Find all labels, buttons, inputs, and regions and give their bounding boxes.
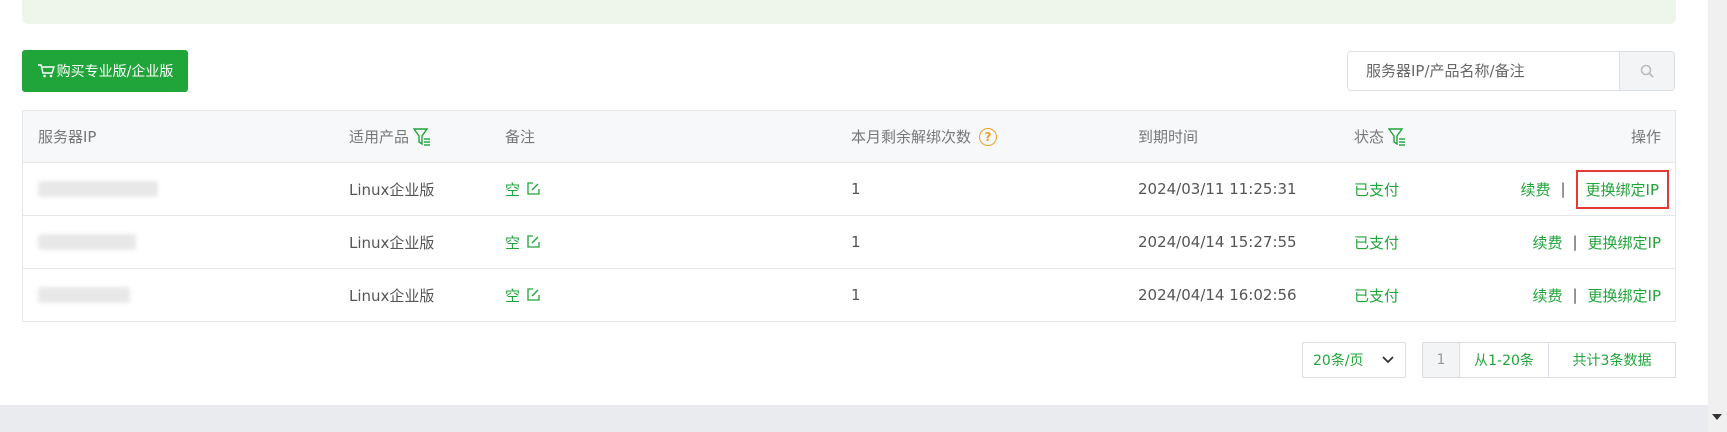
operation-cell: 续费 | 更换绑定IP xyxy=(1532,216,1661,268)
scroll-down-arrow-icon[interactable] xyxy=(1712,414,1722,420)
table-header: 服务器IP 适用产品 备注 本月剩余解绑次数 ? 到期时间 状态 操作 xyxy=(23,111,1675,163)
search-input[interactable] xyxy=(1348,52,1619,90)
header-status: 状态 xyxy=(1354,111,1406,162)
count-cell: 1 xyxy=(851,286,861,304)
chevron-down-icon xyxy=(1382,356,1394,364)
product-cell: Linux企业版 xyxy=(349,180,435,199)
count-cell: 1 xyxy=(851,233,861,251)
search-icon xyxy=(1640,64,1654,78)
table-row: Linux企业版 空 1 2024/04/14 15:27:55 已支付 续费 … xyxy=(23,216,1675,269)
op-separator: | xyxy=(1560,180,1566,198)
table-row: Linux企业版 空 1 2024/04/14 16:02:56 已支付 续费 … xyxy=(23,269,1675,321)
note-cell[interactable]: 空 xyxy=(505,216,540,268)
edit-icon[interactable] xyxy=(526,182,540,196)
main-panel: 购买专业版/企业版 服务器IP 适用产品 备注 xyxy=(0,0,1708,405)
header-operation: 操作 xyxy=(1630,128,1661,146)
search-box xyxy=(1347,51,1675,91)
status-cell: 已支付 xyxy=(1354,286,1400,305)
header-status-label: 状态 xyxy=(1354,128,1385,146)
server-ip-redacted xyxy=(38,216,136,268)
header-product-label: 适用产品 xyxy=(349,128,410,146)
operation-cell: 续费 | 更换绑定IP xyxy=(1532,269,1661,321)
product-cell: Linux企业版 xyxy=(349,286,435,305)
top-notice-bar xyxy=(22,0,1676,24)
server-ip-redacted xyxy=(38,269,130,321)
header-count-label: 本月剩余解绑次数 xyxy=(851,128,972,146)
header-note: 备注 xyxy=(505,128,536,146)
filter-icon[interactable] xyxy=(1388,127,1406,147)
expire-cell: 2024/04/14 15:27:55 xyxy=(1138,233,1297,251)
op-separator: | xyxy=(1572,286,1578,304)
buy-pro-enterprise-button[interactable]: 购买专业版/企业版 xyxy=(22,50,188,92)
edit-icon[interactable] xyxy=(526,235,540,249)
count-cell: 1 xyxy=(851,180,861,198)
server-ip-redacted xyxy=(38,163,158,215)
expire-cell: 2024/03/11 11:25:31 xyxy=(1138,180,1297,198)
renew-link[interactable]: 续费 xyxy=(1532,285,1562,306)
note-value: 空 xyxy=(505,286,521,305)
op-separator: | xyxy=(1572,233,1578,251)
header-expire: 到期时间 xyxy=(1138,128,1199,146)
page-size-select[interactable]: 20条/页 xyxy=(1302,342,1406,378)
note-cell[interactable]: 空 xyxy=(505,269,540,321)
current-page[interactable]: 1 xyxy=(1422,342,1460,378)
page-range: 从1-20条 xyxy=(1459,342,1549,378)
note-value: 空 xyxy=(505,180,521,199)
operation-cell: 续费 | 更换绑定IP xyxy=(1520,163,1669,215)
filter-icon[interactable] xyxy=(413,127,431,147)
status-cell: 已支付 xyxy=(1354,233,1400,252)
table-row: Linux企业版 空 1 2024/03/11 11:25:31 已支付 续费 … xyxy=(23,163,1675,216)
header-ip: 服务器IP xyxy=(38,128,97,146)
header-product: 适用产品 xyxy=(349,111,431,162)
note-value: 空 xyxy=(505,233,521,252)
product-cell: Linux企业版 xyxy=(349,233,435,252)
total-count: 共计3条数据 xyxy=(1548,342,1676,378)
buy-button-label: 购买专业版/企业版 xyxy=(56,64,174,80)
renew-link[interactable]: 续费 xyxy=(1532,232,1562,253)
change-ip-link[interactable]: 更换绑定IP xyxy=(1588,285,1661,306)
renew-link[interactable]: 续费 xyxy=(1520,179,1550,200)
vertical-scrollbar[interactable] xyxy=(1708,0,1727,432)
change-ip-link[interactable]: 更换绑定IP xyxy=(1575,169,1669,209)
page-size-value: 20条/页 xyxy=(1313,353,1364,369)
edit-icon[interactable] xyxy=(526,288,540,302)
server-table: 服务器IP 适用产品 备注 本月剩余解绑次数 ? 到期时间 状态 操作 Linu… xyxy=(22,110,1676,322)
cart-icon xyxy=(37,64,55,78)
status-cell: 已支付 xyxy=(1354,180,1400,199)
expire-cell: 2024/04/14 16:02:56 xyxy=(1138,286,1297,304)
help-icon[interactable]: ? xyxy=(979,127,998,146)
note-cell[interactable]: 空 xyxy=(505,163,540,215)
header-count: 本月剩余解绑次数 ? xyxy=(851,111,998,162)
search-button[interactable] xyxy=(1619,52,1674,90)
change-ip-link[interactable]: 更换绑定IP xyxy=(1588,232,1661,253)
